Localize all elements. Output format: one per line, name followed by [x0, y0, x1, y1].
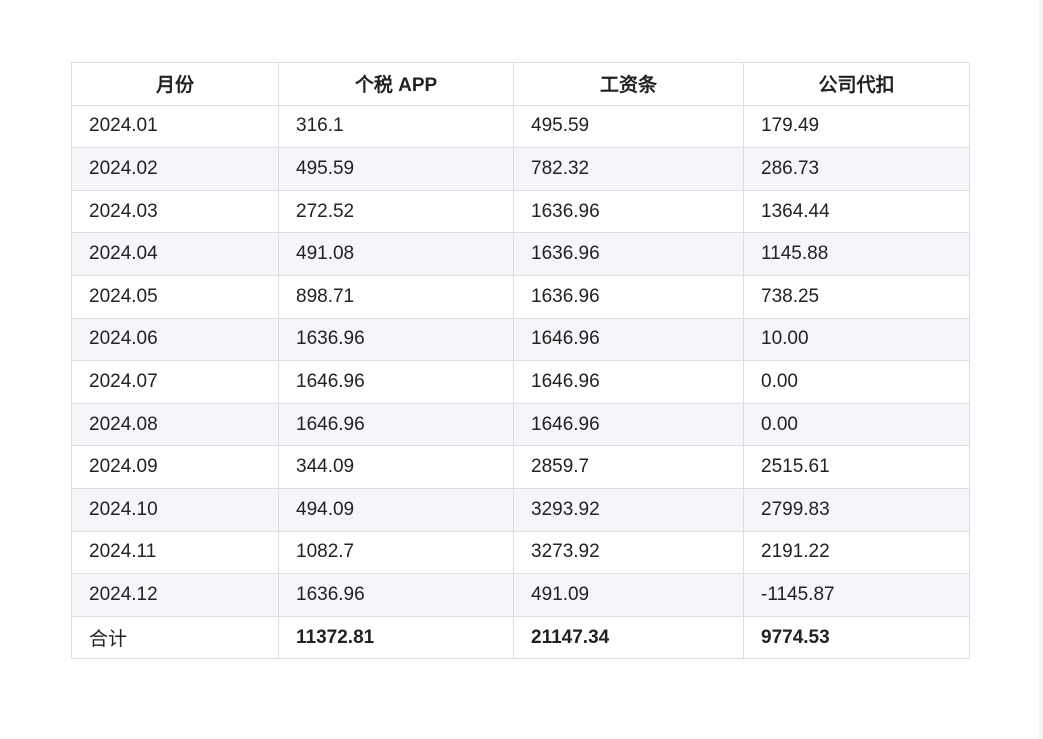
table-row: 2024.04 491.08 1636.96 1145.88 — [71, 232, 970, 276]
table-total-row: 合计 11372.81 21147.34 9774.53 — [71, 615, 970, 660]
table-row: 2024.07 1646.96 1646.96 0.00 — [71, 360, 970, 404]
cell-month: 2024.07 — [71, 360, 279, 404]
cell-month: 2024.03 — [71, 189, 279, 234]
table-row: 2024.03 272.52 1636.96 1364.44 — [71, 189, 970, 234]
cell-payslip: 782.32 — [513, 147, 744, 191]
cell-month: 2024.06 — [71, 317, 279, 362]
cell-company-withheld: 286.73 — [743, 147, 970, 191]
cell-company-withheld: 1145.88 — [743, 232, 970, 276]
cell-company-withheld: 10.00 — [743, 317, 970, 362]
total-label: 合计 — [71, 615, 279, 660]
cell-payslip: 1636.96 — [513, 232, 744, 276]
cell-tax-app: 1646.96 — [278, 402, 514, 447]
cell-month: 2024.04 — [71, 232, 279, 276]
total-tax-app: 11372.81 — [278, 615, 514, 660]
cell-month: 2024.11 — [71, 530, 279, 575]
cell-payslip: 1646.96 — [513, 402, 744, 447]
header-tax-app: 个税 APP — [278, 62, 514, 106]
cell-tax-app: 495.59 — [278, 147, 514, 191]
cell-tax-app: 898.71 — [278, 274, 514, 319]
cell-tax-app: 1636.96 — [278, 573, 514, 617]
tax-comparison-table: 月份 个税 APP 工资条 公司代扣 2024.01 316.1 495.59 … — [71, 62, 970, 660]
cell-company-withheld: 179.49 — [743, 104, 970, 149]
cell-month: 2024.05 — [71, 274, 279, 319]
table-row: 2024.05 898.71 1636.96 738.25 — [71, 274, 970, 319]
cell-company-withheld: 2191.22 — [743, 530, 970, 575]
total-payslip: 21147.34 — [513, 615, 744, 660]
cell-tax-app: 344.09 — [278, 445, 514, 489]
cell-tax-app: 491.08 — [278, 232, 514, 276]
cell-payslip: 1636.96 — [513, 189, 744, 234]
cell-tax-app: 1082.7 — [278, 530, 514, 575]
cell-month: 2024.02 — [71, 147, 279, 191]
cell-company-withheld: 0.00 — [743, 402, 970, 447]
header-company-withheld: 公司代扣 — [743, 62, 970, 106]
cell-payslip: 495.59 — [513, 104, 744, 149]
cell-payslip: 3273.92 — [513, 530, 744, 575]
cell-month: 2024.08 — [71, 402, 279, 447]
cell-company-withheld: 1364.44 — [743, 189, 970, 234]
cell-payslip: 2859.7 — [513, 445, 744, 489]
cell-month: 2024.09 — [71, 445, 279, 489]
cell-month: 2024.12 — [71, 573, 279, 617]
page: 月份 个税 APP 工资条 公司代扣 2024.01 316.1 495.59 … — [0, 0, 1043, 739]
cell-payslip: 3293.92 — [513, 487, 744, 532]
cell-payslip: 1636.96 — [513, 274, 744, 319]
cell-tax-app: 316.1 — [278, 104, 514, 149]
cell-payslip: 1646.96 — [513, 360, 744, 404]
page-edge — [1039, 0, 1043, 739]
table-row: 2024.08 1646.96 1646.96 0.00 — [71, 402, 970, 447]
table-row: 2024.10 494.09 3293.92 2799.83 — [71, 487, 970, 532]
cell-payslip: 491.09 — [513, 573, 744, 617]
cell-month: 2024.10 — [71, 487, 279, 532]
table-row: 2024.02 495.59 782.32 286.73 — [71, 147, 970, 191]
cell-tax-app: 272.52 — [278, 189, 514, 234]
cell-company-withheld: 738.25 — [743, 274, 970, 319]
cell-company-withheld: 2799.83 — [743, 487, 970, 532]
header-month: 月份 — [71, 62, 279, 106]
cell-month: 2024.01 — [71, 104, 279, 149]
cell-tax-app: 1646.96 — [278, 360, 514, 404]
table-row: 2024.06 1636.96 1646.96 10.00 — [71, 317, 970, 362]
table-row: 2024.12 1636.96 491.09 -1145.87 — [71, 573, 970, 617]
cell-company-withheld: -1145.87 — [743, 573, 970, 617]
table-row: 2024.01 316.1 495.59 179.49 — [71, 104, 970, 149]
total-company-withheld: 9774.53 — [743, 615, 970, 660]
cell-tax-app: 494.09 — [278, 487, 514, 532]
cell-company-withheld: 2515.61 — [743, 445, 970, 489]
table-header-row: 月份 个税 APP 工资条 公司代扣 — [71, 62, 970, 106]
header-payslip: 工资条 — [513, 62, 744, 106]
cell-tax-app: 1636.96 — [278, 317, 514, 362]
cell-company-withheld: 0.00 — [743, 360, 970, 404]
cell-payslip: 1646.96 — [513, 317, 744, 362]
table-row: 2024.09 344.09 2859.7 2515.61 — [71, 445, 970, 489]
table-row: 2024.11 1082.7 3273.92 2191.22 — [71, 530, 970, 575]
